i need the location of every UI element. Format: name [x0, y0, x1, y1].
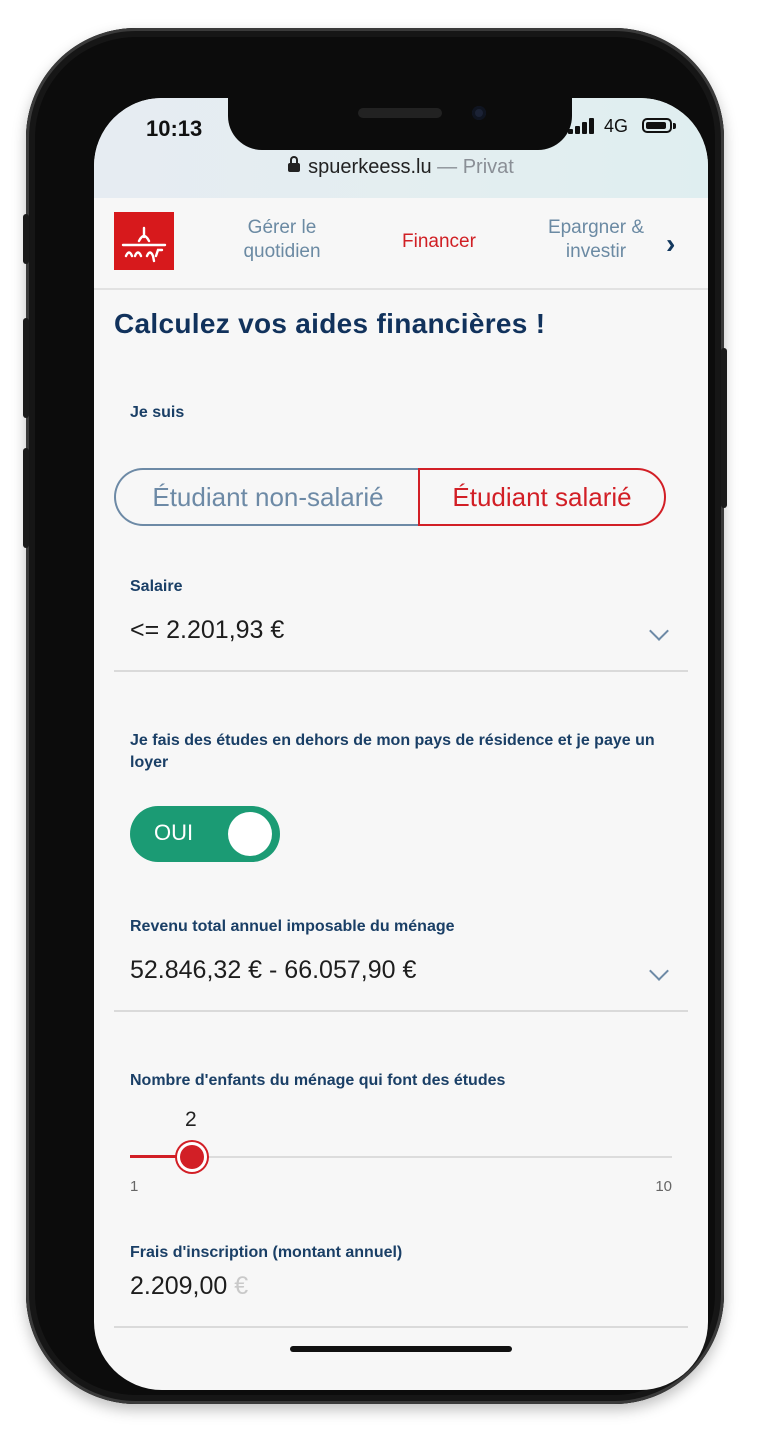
network-type: 4G: [604, 116, 629, 136]
status-time: 10:13: [146, 116, 203, 141]
salary-value: <= 2.201,93 €: [130, 616, 285, 644]
status-label: Je suis: [130, 404, 185, 421]
main-nav: Gérer le quotidien Financer Epargner & i…: [94, 198, 708, 290]
slider-current-value: 2: [185, 1108, 197, 1131]
fees-input[interactable]: 2.209,00 €: [114, 1270, 688, 1328]
children-label: Nombre d'enfants du ménage qui font des …: [130, 1072, 506, 1089]
abroad-label: Je fais des études en dehors de mon pays…: [130, 732, 655, 771]
phone-screen: 10:13 4G spuerkeess.lu — Privat Gérer le…: [94, 98, 708, 1390]
slider-max: 10: [655, 1178, 672, 1195]
signal-icon: [568, 118, 598, 134]
fees-value-wrap: 2.209,00 €: [130, 1272, 248, 1301]
notch: [228, 98, 572, 150]
chevron-down-icon: [649, 621, 669, 641]
slider-track: [130, 1156, 672, 1158]
speaker-grille: [358, 108, 442, 118]
nav-item-gerer[interactable]: Gérer le quotidien: [220, 216, 344, 264]
bridge-logo-icon: [121, 226, 167, 263]
nav-item-epargner-line2: investir: [565, 241, 627, 262]
household-income-value: 52.846,32 € - 66.057,90 €: [130, 956, 417, 984]
chevron-down-icon: [649, 961, 669, 981]
abroad-toggle[interactable]: OUI: [130, 806, 280, 862]
nav-item-epargner[interactable]: Epargner & investir: [534, 216, 658, 264]
home-indicator[interactable]: [290, 1346, 512, 1352]
toggle-knob: [228, 812, 272, 856]
address-bar[interactable]: spuerkeess.lu — Privat: [94, 156, 708, 179]
front-camera: [472, 106, 486, 120]
page-title: Calculez vos aides financières !: [114, 308, 546, 339]
private-mode-label: — Privat: [437, 156, 514, 178]
battery-icon: [642, 118, 672, 133]
household-income-label: Revenu total annuel imposable du ménage: [130, 918, 455, 935]
nav-item-epargner-line1: Epargner &: [547, 217, 645, 238]
lock-icon: [288, 156, 301, 172]
option-non-salarie[interactable]: Étudiant non-salarié: [114, 468, 420, 526]
fees-label: Frais d'inscription (montant annuel): [130, 1244, 403, 1261]
power-button: [721, 348, 727, 508]
slider-thumb[interactable]: [180, 1145, 204, 1169]
status-segmented-control: Étudiant non-salarié Étudiant salarié: [114, 468, 666, 526]
slider-min: 1: [130, 1178, 139, 1195]
nav-item-gerer-line1: Gérer le: [247, 217, 317, 238]
fees-value: 2.209,00: [130, 1272, 228, 1300]
chevron-right-icon[interactable]: ›: [666, 228, 675, 260]
battery-tip: [673, 123, 676, 129]
household-income-select[interactable]: 52.846,32 € - 66.057,90 €: [114, 950, 688, 1012]
nav-item-gerer-line2: quotidien: [243, 241, 321, 262]
silent-switch: [23, 214, 29, 264]
phone-frame: 10:13 4G spuerkeess.lu — Privat Gérer le…: [23, 28, 727, 1404]
fees-currency: €: [234, 1272, 249, 1300]
salary-select[interactable]: <= 2.201,93 €: [114, 610, 688, 672]
option-salarie[interactable]: Étudiant salarié: [418, 468, 666, 526]
volume-down-button: [23, 448, 29, 548]
nav-item-financer[interactable]: Financer: [384, 230, 494, 254]
volume-up-button: [23, 318, 29, 418]
spuerkeess-logo[interactable]: [114, 212, 174, 270]
toggle-text: OUI: [154, 820, 194, 845]
children-slider[interactable]: 2 1 10: [130, 1108, 672, 1200]
salary-label: Salaire: [130, 578, 183, 595]
url-text: spuerkeess.lu: [308, 156, 432, 178]
